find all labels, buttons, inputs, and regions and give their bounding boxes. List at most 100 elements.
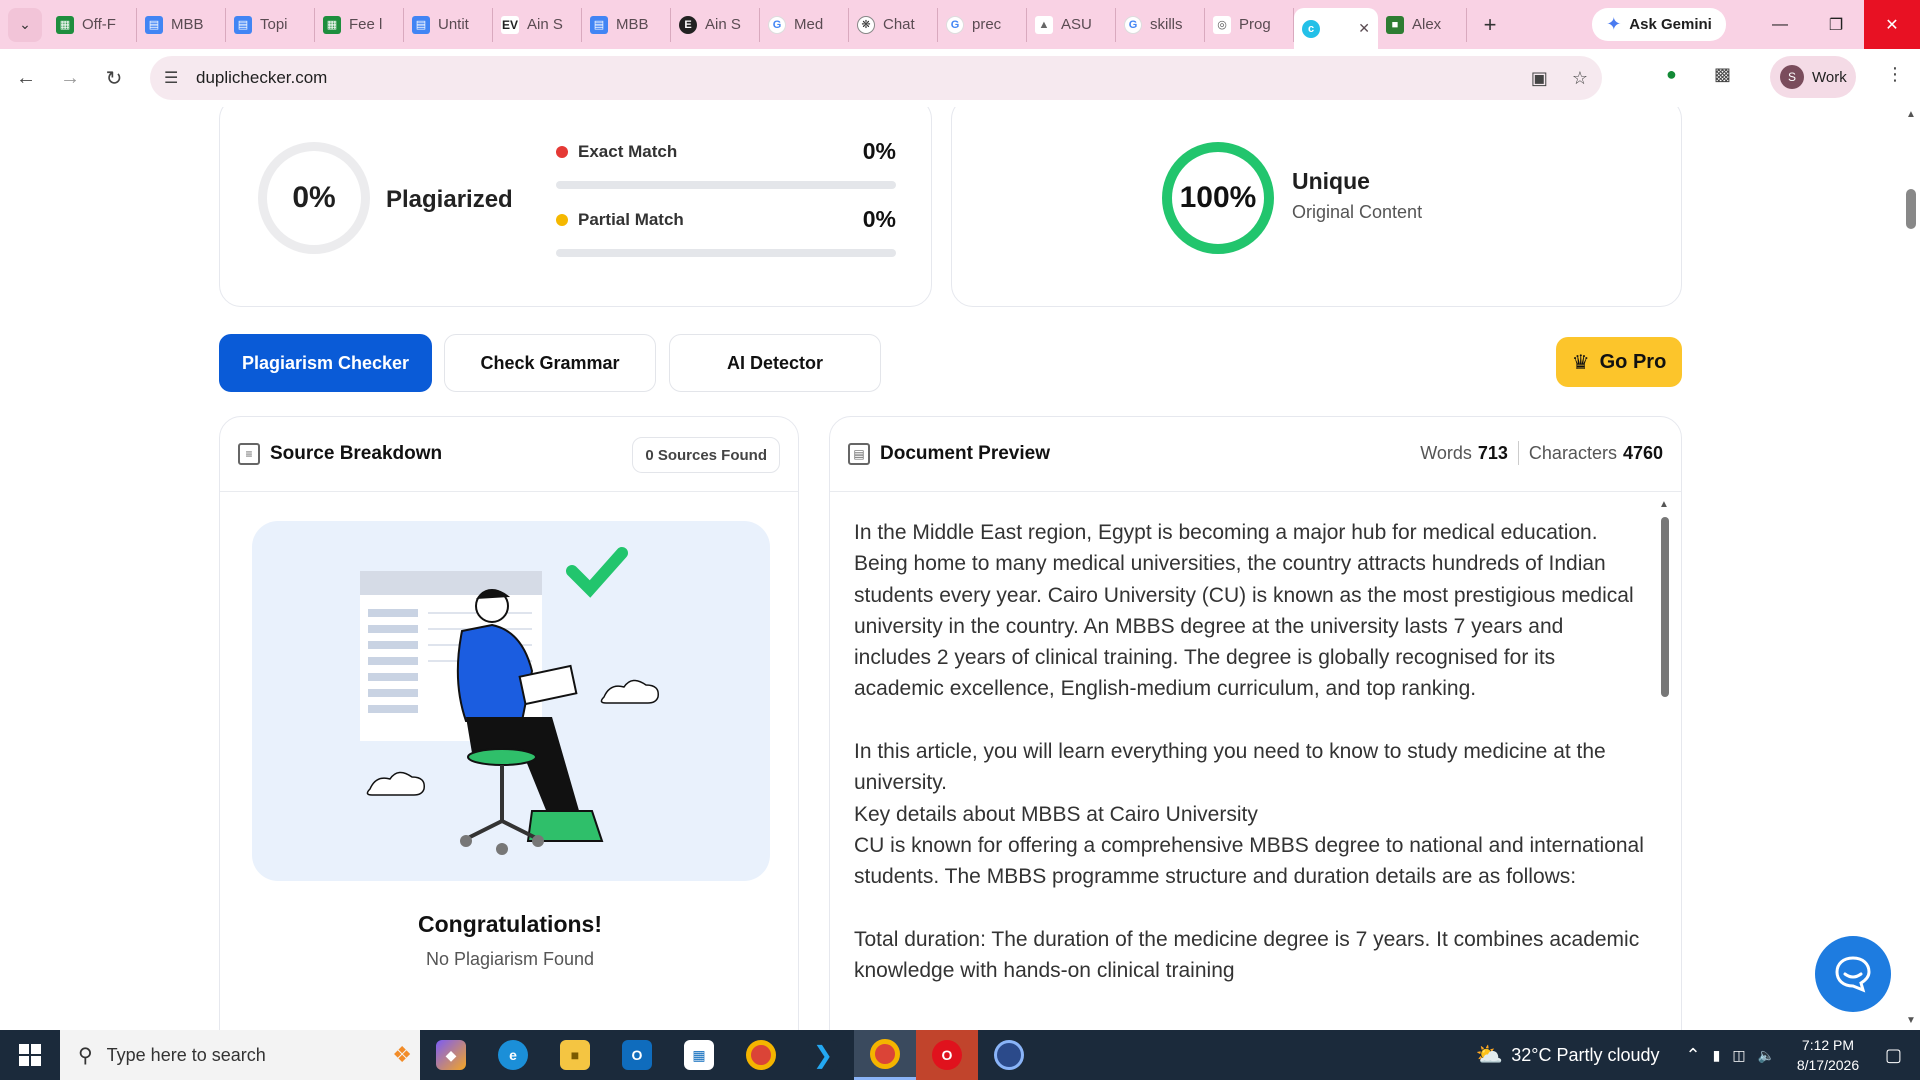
- reload-button[interactable]: ↻: [96, 60, 132, 96]
- tab-label: prec: [972, 16, 1002, 33]
- browser-tab[interactable]: G Med: [760, 7, 849, 42]
- restore-button[interactable]: ❐: [1808, 0, 1864, 49]
- minimize-button[interactable]: —: [1752, 0, 1808, 49]
- taskbar-copilot[interactable]: ◆: [420, 1030, 482, 1080]
- exact-dot: [556, 145, 568, 158]
- taskbar-chrome[interactable]: [730, 1030, 792, 1080]
- back-button[interactable]: ←: [8, 60, 44, 96]
- page-scrollbar[interactable]: ▲ ▼: [1902, 107, 1920, 1030]
- bookmark-star-icon[interactable]: ☆: [1572, 68, 1588, 89]
- browser-tab[interactable]: ▦ Off-F: [48, 7, 137, 42]
- taskbar-search-box[interactable]: ⚲ Type here to search ❖: [60, 1030, 420, 1080]
- google-icon: G: [1124, 15, 1142, 34]
- browser-tab[interactable]: Gskills: [1116, 7, 1205, 42]
- document-paragraph: Total duration: The duration of the medi…: [854, 927, 1640, 983]
- taskbar-opera[interactable]: O: [916, 1030, 978, 1080]
- check-grammar-tab[interactable]: Check Grammar: [444, 334, 656, 392]
- menu-kebab-icon[interactable]: ⋮: [1886, 64, 1904, 85]
- taskbar-store[interactable]: ▦: [668, 1030, 730, 1080]
- document-preview-title: Document Preview: [880, 443, 1050, 464]
- plagiarized-percent: 0%: [292, 181, 336, 214]
- ai-detector-tab[interactable]: AI Detector: [669, 334, 881, 392]
- network-icon[interactable]: ◫: [1732, 1047, 1745, 1064]
- search-icon: ⚲: [78, 1044, 93, 1067]
- browser-tab[interactable]: Gprec: [938, 7, 1027, 42]
- close-window-button[interactable]: ✕: [1864, 0, 1920, 49]
- browser-tab[interactable]: ❋ Chat: [849, 7, 938, 42]
- browser-tab[interactable]: ◎ Prog: [1205, 7, 1294, 42]
- document-paragraph: CU is known for offering a comprehensive…: [854, 833, 1644, 889]
- words-count: 713: [1477, 442, 1508, 463]
- prog-icon: ◎: [1213, 15, 1231, 34]
- exact-match-percent: 0%: [862, 138, 896, 164]
- characters-label: Characters: [1528, 442, 1617, 463]
- start-button[interactable]: [0, 1030, 60, 1080]
- taskbar-vscode[interactable]: ❯: [792, 1030, 854, 1080]
- speaker-muted-icon[interactable]: 🔈: [1758, 1047, 1775, 1064]
- weather-text[interactable]: 32°C Partly cloudy: [1511, 1045, 1659, 1066]
- document-preview-panel: ▤ Document Preview Words 713 Characters …: [829, 416, 1682, 1030]
- browser-tab[interactable]: ▤ MBB: [582, 7, 671, 42]
- browser-tab[interactable]: ▲ ASU: [1027, 7, 1116, 42]
- tab-label: skills: [1150, 16, 1183, 33]
- forward-button[interactable]: →: [52, 60, 88, 96]
- tab-search-button[interactable]: ⌄: [8, 7, 42, 42]
- clock-date: 8/17/2026: [1796, 1057, 1860, 1073]
- weather-icon[interactable]: ⛅: [1476, 1042, 1503, 1068]
- taskbar-chrome-profile[interactable]: [854, 1030, 916, 1080]
- ev-icon: EV: [501, 15, 519, 34]
- live-chat-button[interactable]: [1815, 936, 1891, 1012]
- browser-tab[interactable]: E Ain S: [671, 7, 760, 42]
- browser-tab[interactable]: ▤ Untit: [404, 7, 493, 42]
- document-preview-header: ▤ Document Preview Words 713 Characters …: [830, 417, 1681, 492]
- partial-match-bar: [556, 249, 896, 257]
- document-scroll-thumb[interactable]: [1661, 517, 1669, 697]
- tab-label: Fee l: [349, 16, 383, 33]
- unique-summary-card: 100% Unique Original Content: [951, 107, 1682, 307]
- grammarly-icon[interactable]: ●: [1666, 64, 1677, 85]
- go-pro-button[interactable]: ♛ Go Pro: [1556, 337, 1682, 387]
- site-info-icon[interactable]: ☰: [164, 68, 186, 88]
- scroll-down-arrow-icon[interactable]: ▼: [1906, 1015, 1916, 1026]
- google-icon: G: [768, 15, 786, 34]
- plagiarism-checker-tab[interactable]: Plagiarism Checker: [219, 334, 432, 392]
- browser-tab[interactable]: ▤ MBB: [137, 7, 226, 42]
- show-hidden-icons-icon[interactable]: ⌃: [1686, 1045, 1701, 1066]
- source-breakdown-title: Source Breakdown: [270, 443, 443, 464]
- browser-tab[interactable]: EV Ain S: [493, 7, 582, 42]
- taskbar-app-ring[interactable]: [978, 1030, 1040, 1080]
- new-tab-button[interactable]: +: [1473, 12, 1507, 38]
- page-scroll-thumb[interactable]: [1906, 189, 1916, 229]
- battery-icon[interactable]: ▮: [1713, 1047, 1721, 1064]
- url-text[interactable]: duplichecker.com: [196, 68, 327, 88]
- document-text[interactable]: In the Middle East region, Egypt is beco…: [854, 517, 1644, 1018]
- taskbar-file-explorer[interactable]: ■: [544, 1030, 606, 1080]
- tab-active[interactable]: c ✕: [1294, 8, 1378, 49]
- notifications-icon[interactable]: ▢: [1885, 1045, 1902, 1066]
- profile-button[interactable]: S Work: [1770, 56, 1856, 98]
- address-bar[interactable]: ☰ duplichecker.com ▣ ☆: [150, 56, 1602, 100]
- install-app-icon[interactable]: ▣: [1531, 68, 1548, 89]
- document-paragraph: In the Middle East region, Egypt is beco…: [854, 521, 1634, 701]
- folder-icon: ■: [560, 1040, 590, 1070]
- taskbar-outlook[interactable]: O: [606, 1030, 668, 1080]
- browser-tab[interactable]: ■ Alex: [1378, 7, 1467, 42]
- search-highlight-fish-icon: ❖: [392, 1042, 412, 1067]
- chrome-icon: [746, 1040, 776, 1070]
- browser-tab[interactable]: ▤ Topi: [226, 7, 315, 42]
- characters-count: 4760: [1622, 442, 1663, 463]
- windows-logo-icon: [19, 1044, 41, 1066]
- extensions-icon[interactable]: ▩: [1714, 64, 1731, 85]
- taskbar-clock[interactable]: 7:12 PM 8/17/2026: [1783, 1035, 1873, 1075]
- taskbar-edge[interactable]: e: [482, 1030, 544, 1080]
- go-pro-label: Go Pro: [1599, 350, 1667, 373]
- scroll-up-arrow-icon[interactable]: ▲: [1906, 109, 1916, 120]
- tab-label: Med: [794, 16, 824, 33]
- google-icon: G: [946, 15, 964, 34]
- browser-tab[interactable]: ▦ Fee l: [315, 7, 404, 42]
- stats-divider: [1517, 441, 1519, 465]
- tab-close-icon[interactable]: ✕: [1358, 20, 1370, 37]
- scroll-up-arrow-icon[interactable]: ▲: [1659, 499, 1669, 510]
- ask-gemini-button[interactable]: ✦ Ask Gemini: [1592, 8, 1726, 41]
- unique-percent: 100%: [1179, 181, 1257, 214]
